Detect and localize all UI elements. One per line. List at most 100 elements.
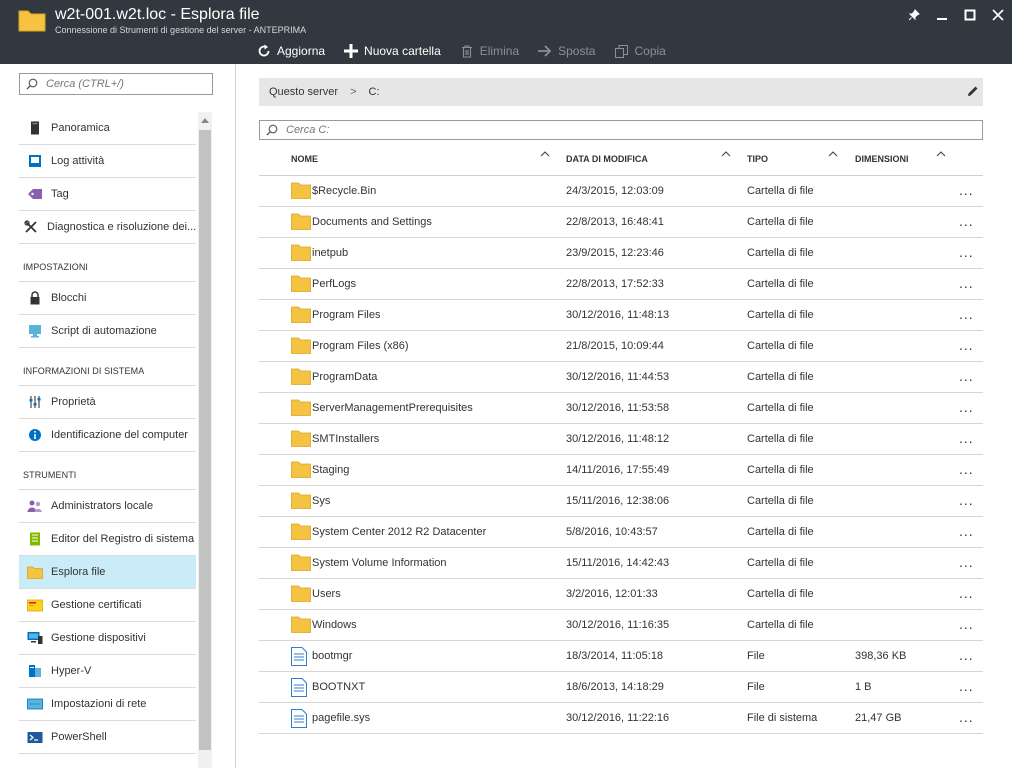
sidebar-item-label: Impostazioni di rete (51, 698, 147, 710)
edit-path-button[interactable] (967, 85, 979, 97)
file-name[interactable]: BOOTNXT (312, 681, 365, 693)
pin-button[interactable] (900, 0, 928, 30)
table-row[interactable]: ServerManagementPrerequisites 30/12/2016,… (259, 393, 983, 424)
delete-button[interactable]: Elimina (459, 43, 519, 59)
column-header-size[interactable]: DIMENSIONI (855, 154, 909, 164)
move-button[interactable]: Sposta (537, 43, 595, 59)
sidebar-item-diagnostics[interactable]: Diagnostica e risoluzione dei... (19, 211, 196, 244)
file-name[interactable]: Staging (312, 464, 349, 476)
table-row[interactable]: System Volume Information 15/11/2016, 14:… (259, 548, 983, 579)
file-name[interactable]: Program Files (x86) (312, 340, 409, 352)
sort-chevron-up-icon[interactable] (936, 150, 946, 157)
more-options-button[interactable]: ... (959, 647, 974, 663)
minimize-button[interactable] (928, 0, 956, 30)
sort-chevron-up-icon[interactable] (540, 150, 550, 157)
sidebar-item-network-settings[interactable]: Impostazioni di rete (19, 688, 196, 721)
table-row[interactable]: ProgramData 30/12/2016, 11:44:53 Cartella … (259, 362, 983, 393)
file-name[interactable]: pagefile.sys (312, 712, 370, 724)
file-name[interactable]: System Center 2012 R2 Datacenter (312, 526, 486, 538)
file-search-input[interactable] (286, 124, 586, 136)
maximize-button[interactable] (956, 0, 984, 30)
more-options-button[interactable]: ... (959, 523, 974, 539)
scrollbar-thumb[interactable] (199, 130, 211, 750)
more-options-button[interactable]: ... (959, 709, 974, 725)
more-options-button[interactable]: ... (959, 430, 974, 446)
file-name[interactable]: Program Files (312, 309, 380, 321)
sort-chevron-up-icon[interactable] (828, 150, 838, 157)
breadcrumb-root[interactable]: Questo server (269, 86, 338, 98)
file-name[interactable]: ServerManagementPrerequisites (312, 402, 473, 414)
file-name[interactable]: Windows (312, 619, 357, 631)
sidebar-item-automation-script[interactable]: Script di automazione (19, 315, 196, 348)
more-options-button[interactable]: ... (959, 182, 974, 198)
more-options-button[interactable]: ... (959, 213, 974, 229)
table-row[interactable]: BOOTNXT 18/6/2013, 14:18:29 File 1 B... (259, 672, 983, 703)
file-search-box[interactable] (259, 120, 983, 140)
file-name[interactable]: inetpub (312, 247, 348, 259)
more-options-button[interactable]: ... (959, 554, 974, 570)
file-type: Cartella di file (747, 371, 814, 383)
table-row[interactable]: Staging 14/11/2016, 17:55:49 Cartella di f… (259, 455, 983, 486)
more-options-button[interactable]: ... (959, 368, 974, 384)
table-row[interactable]: Users 3/2/2016, 12:01:33 Cartella di file.… (259, 579, 983, 610)
file-name[interactable]: Users (312, 588, 341, 600)
table-row[interactable]: Sys 15/11/2016, 12:38:06 Cartella di file.… (259, 486, 983, 517)
sidebar-search-box[interactable] (19, 73, 213, 95)
more-options-button[interactable]: ... (959, 492, 974, 508)
more-options-button[interactable]: ... (959, 678, 974, 694)
file-name[interactable]: System Volume Information (312, 557, 447, 569)
file-name[interactable]: $Recycle.Bin (312, 185, 376, 197)
more-options-button[interactable]: ... (959, 585, 974, 601)
more-options-button[interactable]: ... (959, 306, 974, 322)
sidebar-item-computer-identification[interactable]: Identificazione del computer (19, 419, 196, 452)
table-row[interactable]: Program Files 30/12/2016, 11:48:13 Cartell… (259, 300, 983, 331)
sidebar-item-certificate-manager[interactable]: Gestione certificati (19, 589, 196, 622)
table-row[interactable]: inetpub 23/9/2015, 12:23:46 Cartella di fi… (259, 238, 983, 269)
table-row[interactable]: Windows 30/12/2016, 11:16:35 Cartella di f… (259, 610, 983, 641)
column-header-modified[interactable]: DATA DI MODIFICA (566, 154, 648, 164)
sidebar-item-tag[interactable]: Tag (19, 178, 196, 211)
file-name[interactable]: ProgramData (312, 371, 377, 383)
sidebar-scrollbar[interactable] (198, 112, 212, 768)
table-row[interactable]: Program Files (x86) 21/8/2015, 10:09:44 Ca… (259, 331, 983, 362)
more-options-button[interactable]: ... (959, 461, 974, 477)
breadcrumb-current[interactable]: C: (369, 86, 380, 98)
table-row[interactable]: Documents and Settings 22/8/2013, 16:48:4… (259, 207, 983, 238)
more-options-button[interactable]: ... (959, 616, 974, 632)
table-row[interactable]: bootmgr 18/3/2014, 11:05:18 File 398,36 KB.… (259, 641, 983, 672)
new-folder-button[interactable]: Nuova cartella (343, 43, 441, 59)
refresh-button[interactable]: Aggiorna (256, 43, 325, 59)
sidebar-item-powershell[interactable]: PowerShell (19, 721, 196, 754)
sidebar-item-locks[interactable]: Blocchi (19, 282, 196, 315)
sidebar-item-device-manager[interactable]: Gestione dispositivi (19, 622, 196, 655)
sidebar-item-file-explorer[interactable]: Esplora file (19, 556, 196, 589)
more-options-button[interactable]: ... (959, 244, 974, 260)
column-header-name[interactable]: NOME (291, 154, 318, 164)
file-name[interactable]: bootmgr (312, 650, 352, 662)
chevron-right-icon: > (350, 86, 357, 98)
sidebar-item-properties[interactable]: Proprietà (19, 386, 196, 419)
table-row[interactable]: System Center 2012 R2 Datacenter 5/8/2016… (259, 517, 983, 548)
sidebar-search-input[interactable] (46, 78, 196, 90)
sidebar-item-overview[interactable]: Panoramica (19, 112, 196, 145)
sidebar-item-registry-editor[interactable]: Editor del Registro di sistema (19, 523, 196, 556)
file-name[interactable]: Sys (312, 495, 330, 507)
copy-button[interactable]: Copia (613, 43, 666, 59)
table-row[interactable]: SMTInstallers 30/12/2016, 11:48:12 Cartell… (259, 424, 983, 455)
close-button[interactable] (984, 0, 1012, 30)
file-name[interactable]: SMTInstallers (312, 433, 379, 445)
file-name[interactable]: Documents and Settings (312, 216, 432, 228)
sort-chevron-up-icon[interactable] (721, 150, 731, 157)
sidebar-item-local-administrators[interactable]: Administrators locale (19, 490, 196, 523)
more-options-button[interactable]: ... (959, 337, 974, 353)
sidebar-item-activity-log[interactable]: Log attività (19, 145, 196, 178)
sidebar-item-hyper-v[interactable]: Hyper-V (19, 655, 196, 688)
column-header-type[interactable]: TIPO (747, 154, 768, 164)
table-row[interactable]: PerfLogs 22/8/2013, 17:52:33 Cartella di f… (259, 269, 983, 300)
table-row[interactable]: pagefile.sys 30/12/2016, 11:22:16 File di … (259, 703, 983, 734)
more-options-button[interactable]: ... (959, 399, 974, 415)
table-row[interactable]: $Recycle.Bin 24/3/2015, 12:03:09 Cartella … (259, 176, 983, 207)
chevron-up-icon[interactable] (201, 117, 209, 123)
file-name[interactable]: PerfLogs (312, 278, 356, 290)
more-options-button[interactable]: ... (959, 275, 974, 291)
